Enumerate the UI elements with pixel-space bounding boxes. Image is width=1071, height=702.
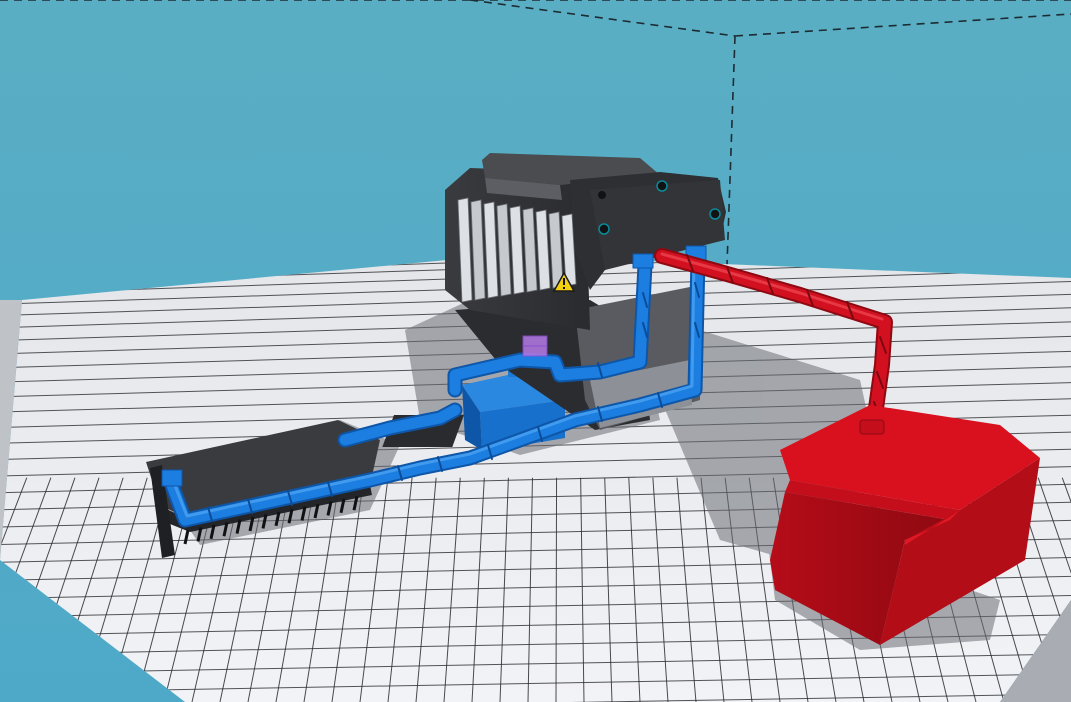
engine-bolt <box>598 223 610 235</box>
pipe-cap <box>632 253 654 269</box>
engine-bolt <box>598 191 606 199</box>
pipe-cap <box>161 469 183 487</box>
fuel-tank-inlet <box>859 419 885 435</box>
selection-handle[interactable] <box>522 335 548 357</box>
scene[interactable] <box>0 0 1071 702</box>
engine-bolt <box>656 180 668 192</box>
game-viewport[interactable] <box>0 0 1071 702</box>
grid-line <box>555 477 558 702</box>
engine-bolt <box>709 208 721 220</box>
